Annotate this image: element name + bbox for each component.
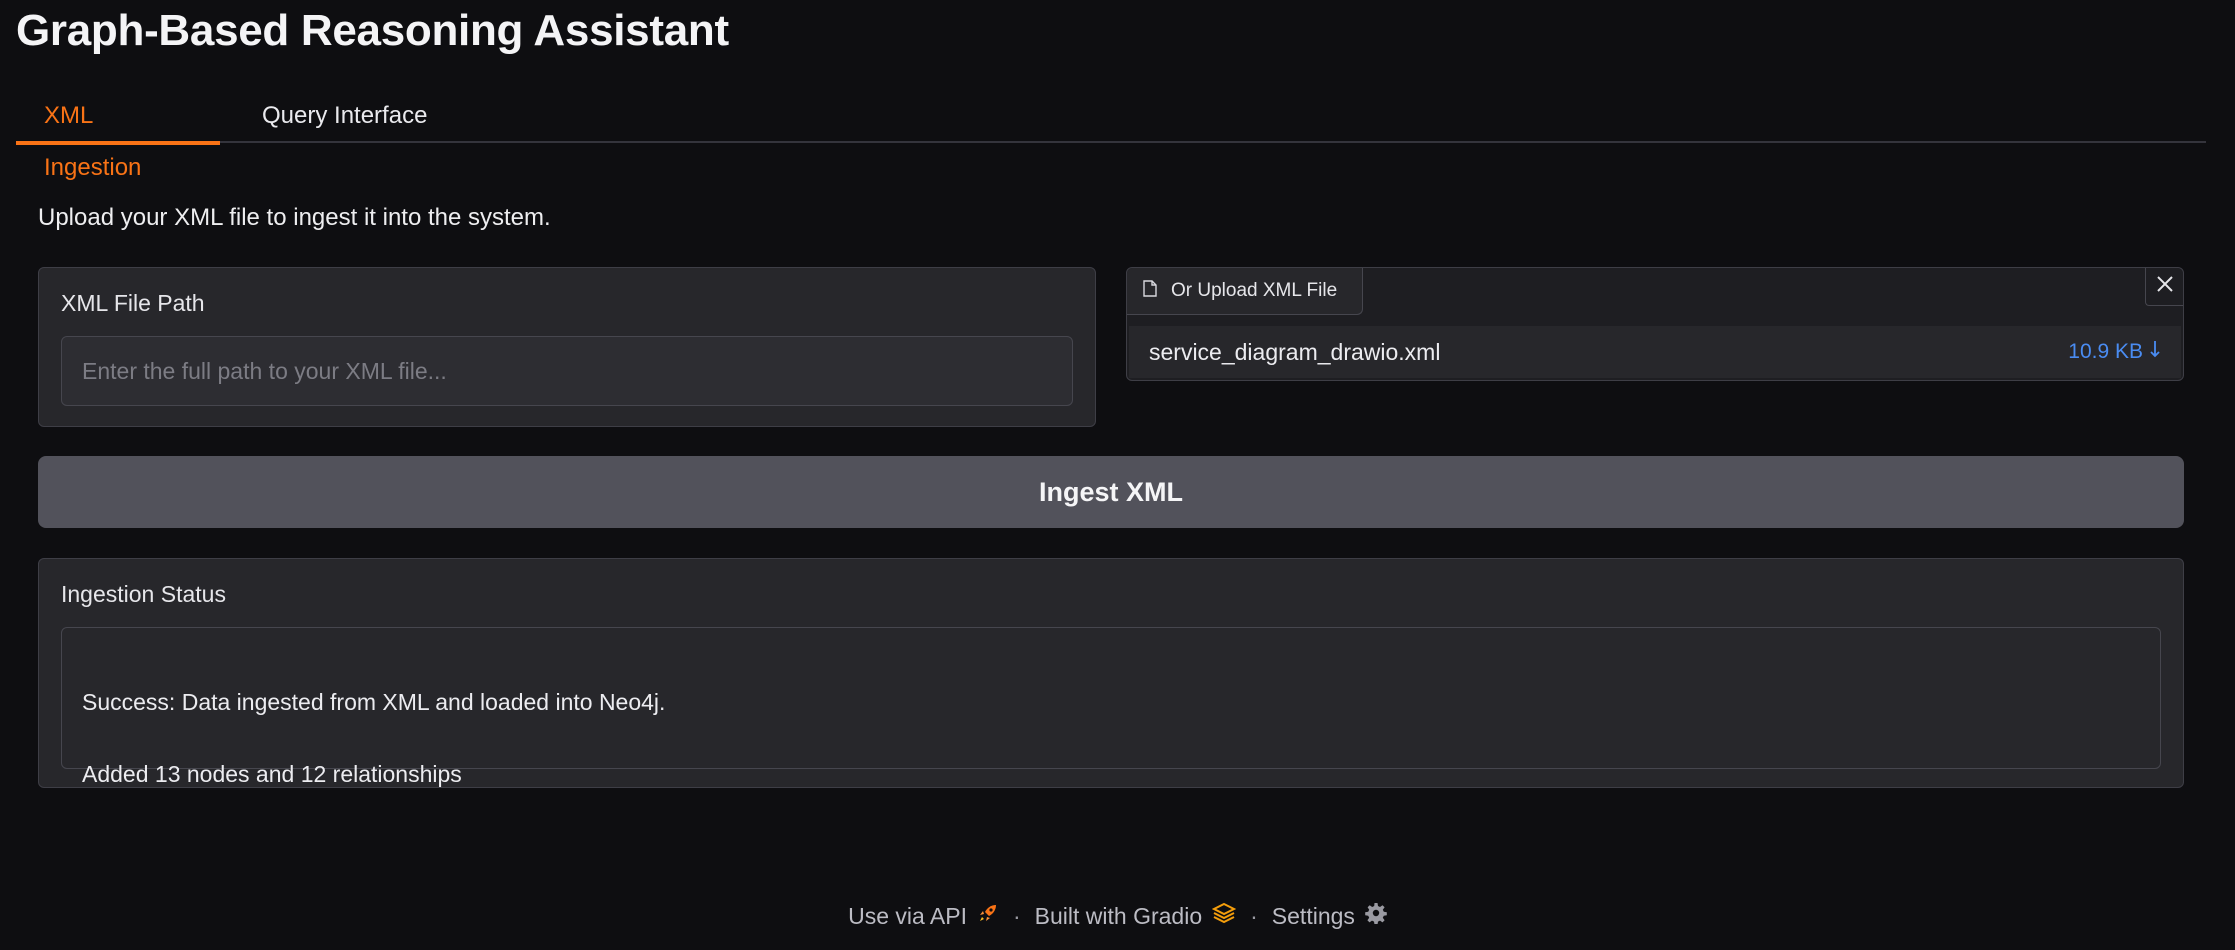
xml-path-label: XML File Path: [61, 290, 205, 316]
footer-separator: ·: [1250, 902, 1258, 929]
file-icon: [1143, 280, 1157, 302]
footer: Use via API · Built with Gradio · Settin…: [0, 902, 2235, 930]
clear-upload-button[interactable]: [2145, 268, 2183, 306]
uploaded-file-name: service_diagram_drawio.xml: [1149, 338, 1441, 365]
app-title: Graph-Based Reasoning Assistant: [16, 6, 729, 55]
xml-path-panel: XML File Path: [38, 267, 1096, 427]
built-with-gradio-label: Built with Gradio: [1034, 902, 1203, 929]
xml-path-input[interactable]: [61, 336, 1073, 406]
tab-query-interface[interactable]: Query Interface: [234, 90, 455, 143]
file-download-link[interactable]: 10.9 KB: [2068, 339, 2161, 365]
file-size: 10.9 KB: [2068, 340, 2143, 363]
built-with-gradio-link[interactable]: Built with Gradio: [1034, 902, 1237, 930]
gradio-logo-icon: [1211, 902, 1237, 930]
xml-upload-panel: Or Upload XML File service_diagram_drawi…: [1126, 267, 2184, 381]
tab-xml-ingestion[interactable]: XML Ingestion: [16, 90, 220, 181]
settings-link[interactable]: Settings: [1272, 902, 1387, 930]
uploaded-file-row: service_diagram_drawio.xml 10.9 KB: [1129, 326, 2181, 378]
status-line: Success: Data ingested from XML and load…: [82, 689, 666, 715]
use-via-api-label: Use via API: [848, 902, 967, 929]
rocket-icon: [977, 902, 999, 930]
ingestion-status-output[interactable]: Success: Data ingested from XML and load…: [61, 627, 2161, 787]
settings-label: Settings: [1271, 902, 1355, 929]
ingestion-intro: Upload your XML file to ingest it into t…: [38, 204, 551, 231]
app-root: Graph-Based Reasoning Assistant XML Inge…: [0, 0, 2235, 950]
ingestion-status-label: Ingestion Status: [61, 581, 226, 607]
download-arrow-icon: [2149, 339, 2161, 365]
status-line: Added 13 nodes and 12 relationships: [82, 761, 462, 787]
ingestion-status-panel: Ingestion Status Success: Data ingested …: [38, 558, 2184, 788]
tab-bar: XML Ingestion Query Interface: [16, 90, 2206, 181]
close-icon: [2155, 274, 2175, 299]
gear-icon: [1365, 902, 1387, 930]
footer-separator: ·: [1012, 902, 1021, 929]
upload-label: Or Upload XML File: [1171, 280, 1338, 301]
use-via-api-link[interactable]: Use via API: [848, 902, 999, 930]
upload-label-tag: Or Upload XML File: [1127, 268, 1363, 315]
ingest-xml-button[interactable]: Ingest XML: [38, 456, 2184, 528]
